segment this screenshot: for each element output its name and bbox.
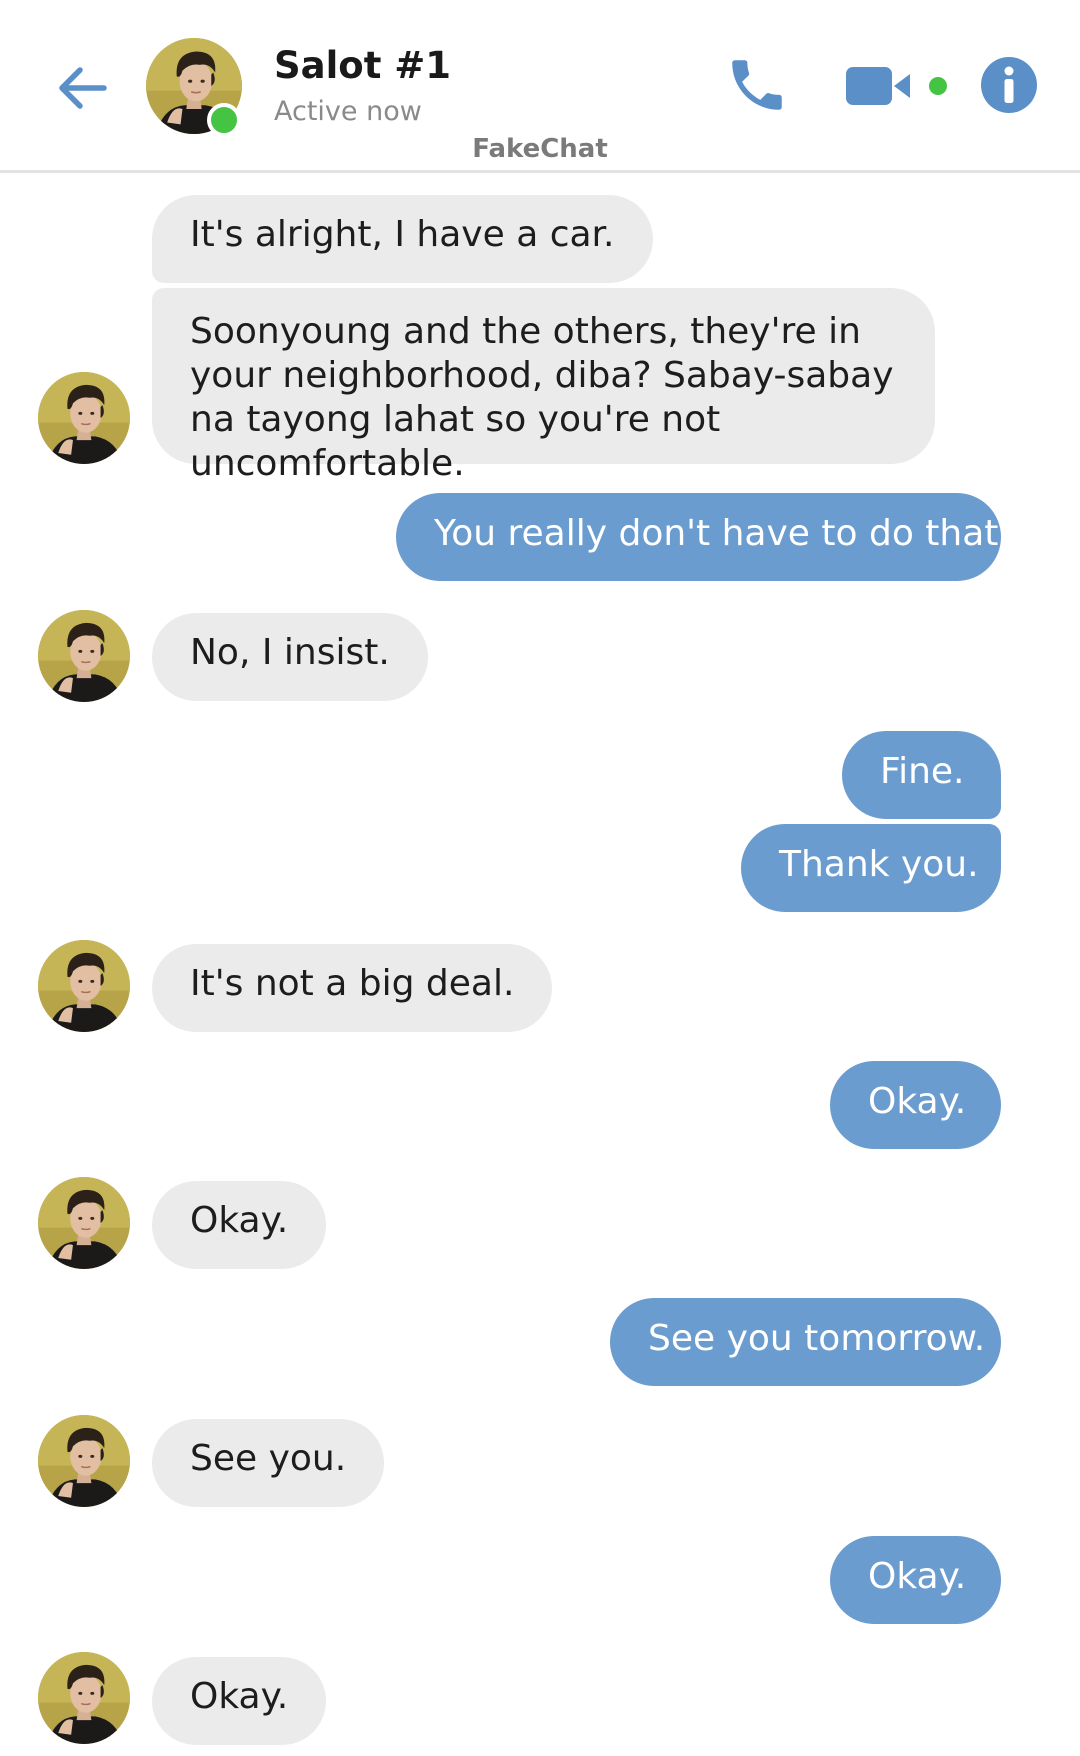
- online-status-dot: [207, 103, 241, 137]
- sender-avatar[interactable]: [38, 1415, 130, 1507]
- info-icon: [981, 57, 1037, 113]
- phone-icon: [732, 60, 782, 110]
- outgoing-message[interactable]: Okay.: [830, 1061, 1001, 1149]
- sender-avatar[interactable]: [38, 1177, 130, 1269]
- outgoing-message[interactable]: You really don't have to do that.: [396, 493, 1010, 581]
- sender-avatar[interactable]: [38, 610, 130, 702]
- info-button[interactable]: [980, 56, 1038, 114]
- video-call-button[interactable]: [846, 62, 956, 112]
- contact-name[interactable]: Salot #1: [274, 44, 451, 87]
- arrow-left-icon: [59, 67, 107, 109]
- outgoing-message[interactable]: Fine.: [842, 731, 1001, 819]
- outgoing-message[interactable]: Thank you.: [741, 824, 1001, 912]
- incoming-message[interactable]: It's alright, I have a car.: [152, 195, 653, 283]
- back-button[interactable]: [52, 58, 112, 118]
- incoming-message[interactable]: It's not a big deal.: [152, 944, 553, 1032]
- sender-avatar[interactable]: [38, 372, 130, 464]
- outgoing-message[interactable]: See you tomorrow.: [610, 1298, 1001, 1386]
- sender-avatar[interactable]: [38, 940, 130, 1032]
- incoming-message[interactable]: Okay.: [152, 1657, 327, 1745]
- incoming-message[interactable]: See you.: [152, 1419, 385, 1507]
- chat-header: Salot #1 Active now FakeChat: [0, 0, 1080, 173]
- app-watermark: FakeChat: [472, 134, 608, 164]
- contact-status: Active now: [274, 96, 422, 127]
- sender-avatar[interactable]: [38, 1652, 130, 1744]
- outgoing-message[interactable]: Okay.: [830, 1536, 1001, 1624]
- video-camera-icon: [846, 67, 947, 105]
- call-button[interactable]: [724, 52, 790, 118]
- incoming-message[interactable]: No, I insist.: [152, 613, 428, 701]
- incoming-message[interactable]: Soonyoung and the others, they're in you…: [152, 288, 935, 484]
- incoming-message[interactable]: Okay.: [152, 1181, 327, 1269]
